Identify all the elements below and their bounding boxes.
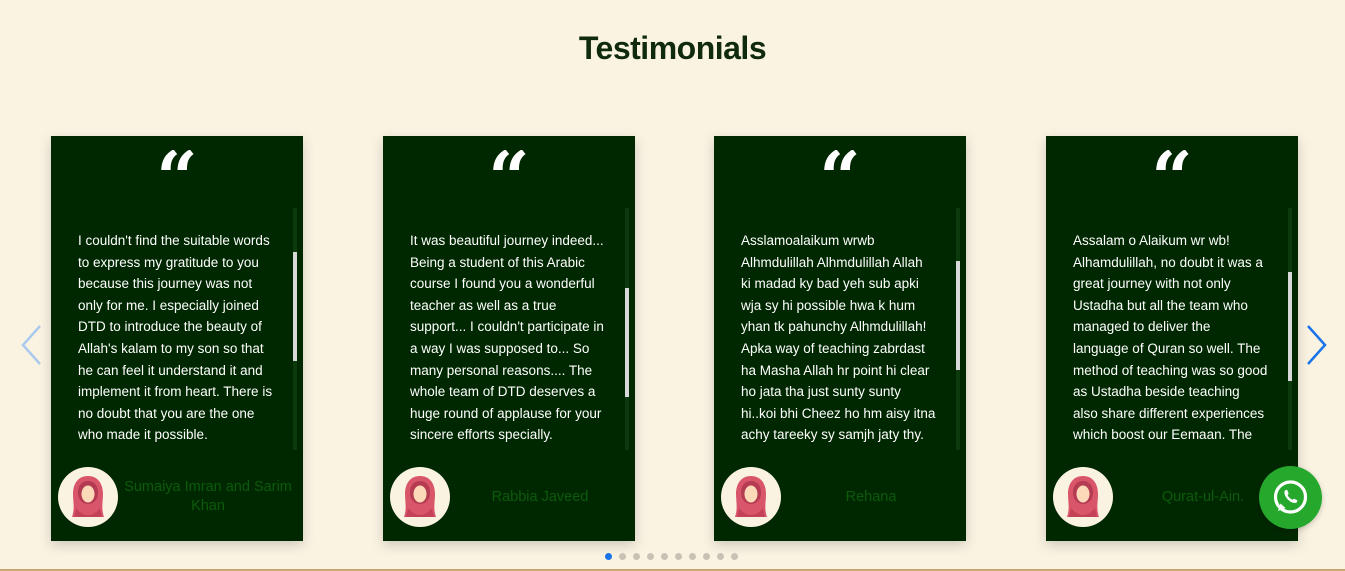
- avatar: [721, 467, 781, 527]
- hijab-woman-icon: [735, 476, 767, 517]
- testimonial-scroll-area[interactable]: Asslamoalaikum wrwb Alhmdulillah Alhmdul…: [741, 230, 936, 450]
- testimonial-text: It was beautiful journey indeed... Being…: [410, 233, 604, 443]
- quote-icon: “: [488, 150, 530, 210]
- testimonial-author: Rabbia Javeed: [491, 488, 589, 505]
- section-title: Testimonials: [578, 30, 767, 66]
- testimonial-scroll-area[interactable]: It was beautiful journey indeed... Being…: [410, 230, 605, 450]
- scrollbar[interactable]: [625, 208, 629, 450]
- scrollbar-thumb[interactable]: [625, 288, 629, 397]
- scrollbar[interactable]: [1288, 208, 1292, 450]
- testimonial-text: I couldn't find the suitable words to ex…: [78, 233, 273, 443]
- carousel-prev-button[interactable]: [18, 322, 48, 368]
- scrollbar-thumb[interactable]: [293, 252, 297, 361]
- scrollbar[interactable]: [956, 208, 960, 450]
- pagination-dot-1[interactable]: [605, 553, 612, 560]
- pagination-dot-6[interactable]: [675, 553, 682, 560]
- pagination-dot-5[interactable]: [661, 553, 668, 560]
- scrollbar[interactable]: [293, 208, 297, 450]
- hijab-woman-icon: [1067, 476, 1099, 517]
- avatar: [58, 467, 118, 527]
- testimonial-author: Rehana: [845, 488, 897, 505]
- whatsapp-icon: [1273, 480, 1308, 514]
- testimonial-text: Asslamoalaikum wrwb Alhmdulillah Alhmdul…: [741, 233, 936, 443]
- pagination-dot-2[interactable]: [619, 553, 626, 560]
- testimonial-card: “ I couldn't find the suitable words to …: [51, 136, 303, 541]
- pagination-dot-3[interactable]: [633, 553, 640, 560]
- avatar: [390, 467, 450, 527]
- hijab-woman-icon: [72, 476, 104, 517]
- testimonial-scroll-area[interactable]: Assalam o Alaikum wr wb! Alhamdulillah, …: [1073, 230, 1268, 450]
- pagination-dot-9[interactable]: [717, 553, 724, 560]
- testimonial-scroll-area[interactable]: I couldn't find the suitable words to ex…: [78, 230, 273, 450]
- testimonial-text: Assalam o Alaikum wr wb! Alhamdulillah, …: [1073, 233, 1268, 450]
- avatar: [1053, 467, 1113, 527]
- testimonial-card: “ Asslamoalaikum wrwb Alhmdulillah Alhmd…: [714, 136, 966, 541]
- scrollbar-thumb[interactable]: [1288, 272, 1292, 381]
- hijab-woman-icon: [404, 476, 436, 517]
- quote-icon: “: [156, 150, 198, 210]
- pagination-dot-4[interactable]: [647, 553, 654, 560]
- quote-icon: “: [1151, 150, 1193, 210]
- carousel-pagination: [605, 553, 738, 560]
- pagination-dot-10[interactable]: [731, 553, 738, 560]
- carousel-next-button[interactable]: [1302, 322, 1332, 368]
- pagination-dot-7[interactable]: [689, 553, 696, 560]
- pagination-dot-8[interactable]: [703, 553, 710, 560]
- testimonial-author: Sumaiya Imran and Sarim Khan: [124, 479, 292, 514]
- chevron-left-icon: [21, 325, 41, 365]
- whatsapp-button[interactable]: [1259, 466, 1322, 529]
- testimonial-card: “ It was beautiful journey indeed... Bei…: [383, 136, 635, 541]
- chevron-right-icon: [1307, 325, 1327, 365]
- scrollbar-thumb[interactable]: [956, 261, 960, 370]
- quote-icon: “: [819, 150, 861, 210]
